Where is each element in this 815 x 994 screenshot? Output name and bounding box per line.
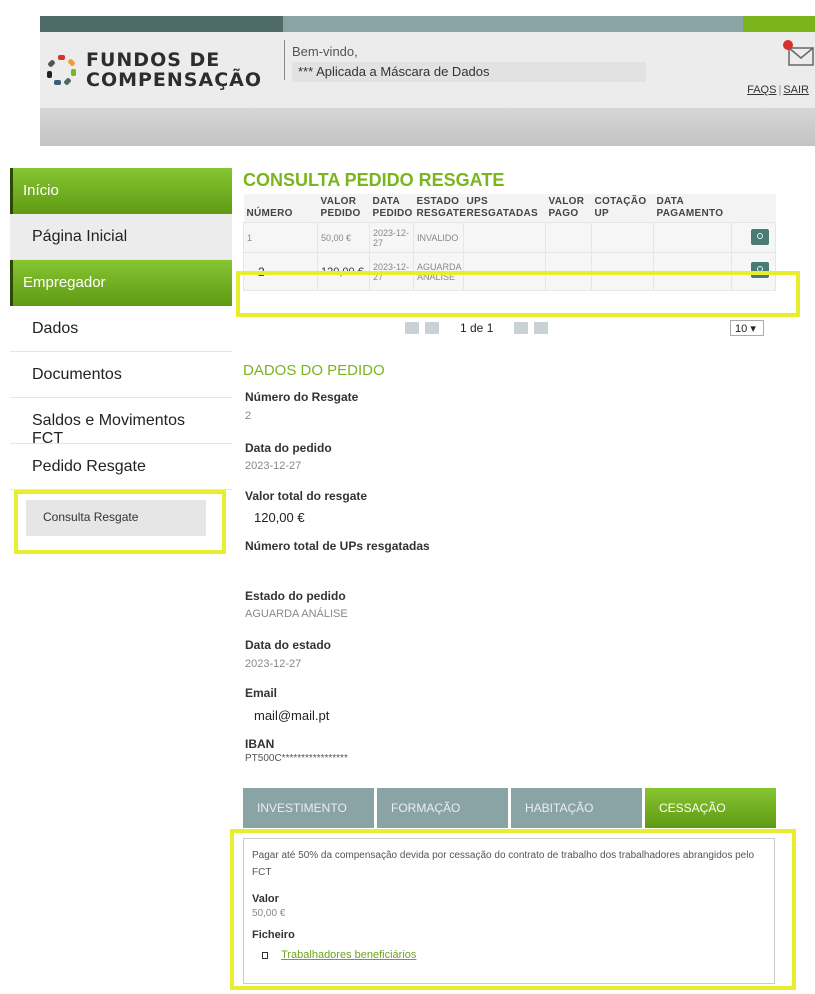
sidebar: Início Página Inicial Empregador Dados D… xyxy=(10,168,232,554)
email-label: Email xyxy=(245,686,278,700)
first-page-icon[interactable] xyxy=(405,322,419,334)
last-page-icon[interactable] xyxy=(534,322,548,334)
col-numero[interactable]: NÚMERO xyxy=(243,194,318,223)
valor-total-value: 120,00 € xyxy=(254,510,305,525)
logo-line2: COMPENSAÇÃO xyxy=(86,69,262,91)
iban-value: PT500C***************** xyxy=(245,753,348,764)
estado-label: Estado do pedido xyxy=(245,589,346,603)
header: FUNDOS DE COMPENSAÇÃO Bem-vindo, *** Apl… xyxy=(40,32,815,108)
cell-ups xyxy=(463,222,546,253)
highlight-box xyxy=(14,490,226,554)
tab-cessacao[interactable]: CESSAÇÃO xyxy=(645,788,776,828)
tab-investimento[interactable]: INVESTIMENTO xyxy=(243,788,374,828)
cell-valor: 50,00 € xyxy=(317,222,370,253)
next-page-icon[interactable] xyxy=(514,322,528,334)
logo-icon xyxy=(46,55,76,86)
chevron-down-icon: ▾ xyxy=(750,323,756,335)
welcome-text: Bem-vindo, xyxy=(292,44,358,59)
sidebar-item-dados[interactable]: Dados xyxy=(10,306,232,352)
valor-total-label: Valor total do resgate xyxy=(245,489,368,503)
cell-estado: INVALIDO xyxy=(413,222,464,253)
cell-numero: 1 xyxy=(243,222,318,253)
tab-habitacao[interactable]: HABITAÇÃO xyxy=(511,788,642,828)
view-icon[interactable] xyxy=(751,228,769,245)
data-pedido-value: 2023-12-27 xyxy=(245,460,302,472)
sub-header-bar xyxy=(40,108,815,146)
tab-formacao[interactable]: FORMAÇÃO xyxy=(377,788,508,828)
highlight-box xyxy=(236,271,800,317)
sidebar-item-saldos[interactable]: Saldos e Movimentos FCT xyxy=(10,398,232,447)
sidebar-item-pedido-resgate[interactable]: Pedido Resgate xyxy=(10,444,232,490)
pagination: 1 de 1 10 ▾ xyxy=(243,320,775,340)
tabs: INVESTIMENTO FORMAÇÃO HABITAÇÃO CESSAÇÃO xyxy=(243,788,776,828)
top-color-bar xyxy=(40,16,815,32)
cell-cotacao xyxy=(591,222,654,253)
col-valor-pago[interactable]: VALOR PAGO xyxy=(545,194,592,223)
sair-link[interactable]: SAIR xyxy=(783,84,809,96)
page-size-select[interactable]: 10 ▾ xyxy=(730,320,764,336)
sidebar-item-documentos[interactable]: Documentos xyxy=(10,352,232,398)
cell-data: 2023-12-27 xyxy=(369,222,414,253)
prev-page-icon[interactable] xyxy=(425,322,439,334)
ups-total-label: Número total de UPs resgatadas xyxy=(245,539,430,553)
sidebar-item-pagina-inicial[interactable]: Página Inicial xyxy=(10,214,232,260)
highlight-box xyxy=(230,829,796,990)
sidebar-section-empregador[interactable]: Empregador xyxy=(10,260,232,306)
iban-label: IBAN xyxy=(245,737,275,751)
table-header-row: NÚMERO VALOR PEDIDO DATA PEDIDO ESTADO R… xyxy=(243,194,776,223)
sidebar-section-inicio[interactable]: Início xyxy=(10,168,232,214)
cell-pago xyxy=(545,222,592,253)
cell-pagamento xyxy=(653,222,732,253)
email-value: mail@mail.pt xyxy=(254,708,330,723)
col-data-pedido[interactable]: DATA PEDIDO xyxy=(369,194,414,223)
header-divider xyxy=(284,40,285,80)
logo[interactable]: FUNDOS DE COMPENSAÇÃO xyxy=(46,50,262,90)
mail-icon[interactable] xyxy=(782,40,814,68)
data-estado-value: 2023-12-27 xyxy=(245,658,302,670)
estado-value: AGUARDA ANÁLISE xyxy=(245,608,348,620)
page-size-value: 10 xyxy=(735,323,748,335)
numero-label: Número do Resgate xyxy=(245,390,359,404)
mask-notice: *** Aplicada a Máscara de Dados xyxy=(292,62,646,82)
col-actions xyxy=(731,194,776,223)
col-estado-resgate[interactable]: ESTADO RESGATE xyxy=(413,194,466,223)
data-estado-label: Data do estado xyxy=(245,638,332,652)
col-data-pagamento[interactable]: DATA PAGAMENTO xyxy=(653,194,732,223)
col-cotacao-up[interactable]: COTAÇÃO UP xyxy=(591,194,654,223)
table-row[interactable]: 1 50,00 € 2023-12-27 INVALIDO xyxy=(243,222,776,253)
data-pedido-label: Data do pedido xyxy=(245,441,332,455)
col-ups-resgatadas[interactable]: UPS RESGATADAS xyxy=(463,194,546,223)
section-title: DADOS DO PEDIDO xyxy=(243,362,385,379)
col-valor-pedido[interactable]: VALOR PEDIDO xyxy=(317,194,370,223)
page-info: 1 de 1 xyxy=(460,321,494,335)
numero-value: 2 xyxy=(245,410,252,422)
logo-line1: FUNDOS DE xyxy=(86,49,221,71)
faqs-link[interactable]: FAQS xyxy=(747,84,776,96)
page-title: CONSULTA PEDIDO RESGATE xyxy=(243,170,505,190)
